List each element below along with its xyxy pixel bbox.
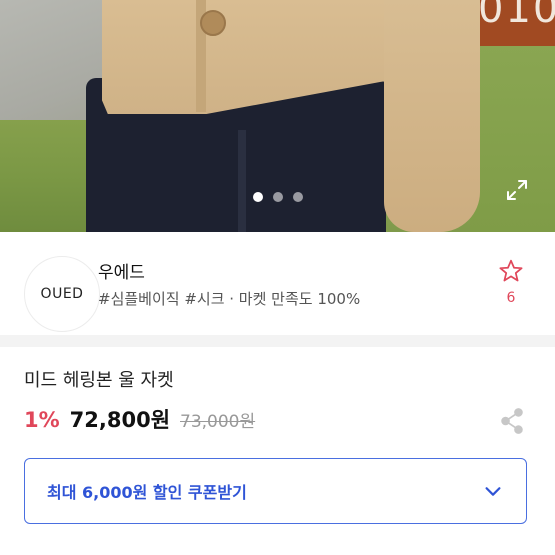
favorite-count: 6 bbox=[506, 290, 516, 306]
shop-info[interactable]: OUED 우에드 #심플베이직 #시크 · 마켓 만족도 100% 6 bbox=[0, 232, 555, 335]
product-photo[interactable]: 010 bbox=[0, 0, 555, 232]
shop-tags: #심플베이직 #시크 · 마켓 만족도 100% bbox=[98, 290, 361, 308]
sale-price: 72,800원 bbox=[69, 408, 171, 432]
coupon-button[interactable]: 최대 6,000원 할인 쿠폰받기 bbox=[24, 458, 527, 524]
favorite-button[interactable]: 6 bbox=[495, 258, 527, 306]
carousel-dot-1[interactable] bbox=[252, 192, 263, 202]
star-outline-icon bbox=[499, 259, 523, 282]
shop-logo[interactable]: OUED bbox=[24, 256, 100, 332]
carousel-dot-2[interactable] bbox=[272, 192, 283, 202]
product-title: 미드 헤링본 울 자켓 bbox=[24, 370, 174, 391]
share-icon[interactable] bbox=[499, 407, 525, 435]
expand-icon[interactable] bbox=[505, 178, 529, 202]
carousel-dot-3[interactable] bbox=[292, 192, 303, 202]
chevron-down-icon bbox=[485, 487, 501, 496]
price-row: 1% 72,800원 73,000원 bbox=[24, 404, 255, 436]
photo-sign-text: 010 bbox=[478, 0, 555, 32]
photo-jacket-button bbox=[200, 10, 226, 36]
photo-pants-fold bbox=[238, 130, 246, 232]
section-divider bbox=[0, 335, 555, 347]
carousel-indicator bbox=[0, 192, 555, 206]
shop-name[interactable]: 우에드 bbox=[98, 258, 145, 283]
discount-rate: 1% bbox=[24, 408, 60, 432]
coupon-label: 최대 6,000원 할인 쿠폰받기 bbox=[47, 483, 247, 502]
original-price: 73,000원 bbox=[180, 412, 256, 432]
